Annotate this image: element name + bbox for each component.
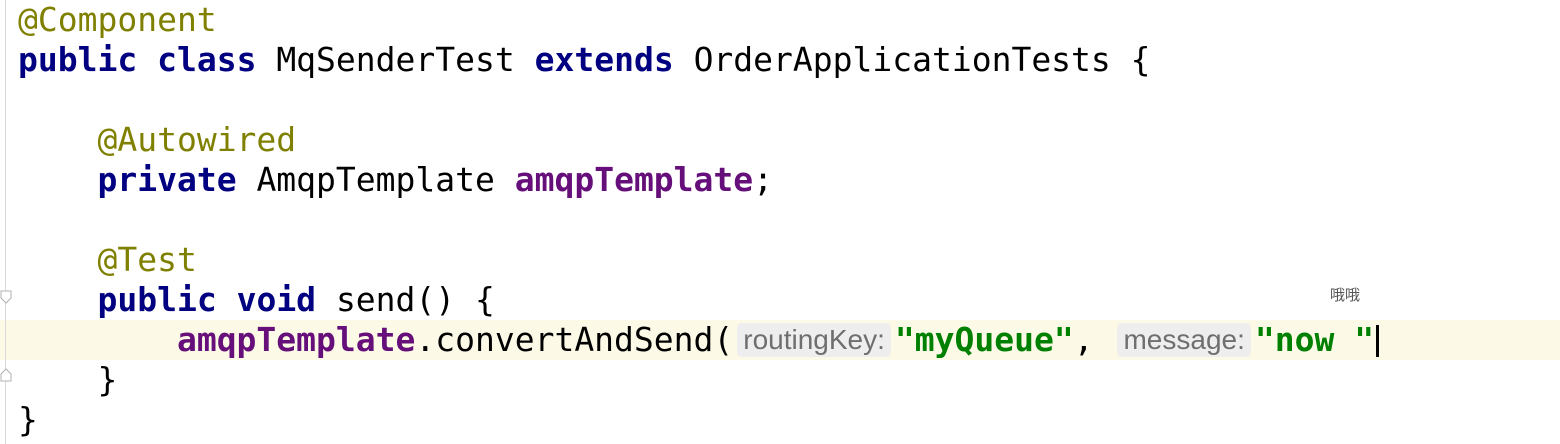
annotation-autowired: @Autowired bbox=[97, 120, 297, 159]
code-line[interactable]: private AmqpTemplate amqpTemplate; bbox=[18, 160, 773, 200]
close-brace: } bbox=[18, 400, 38, 439]
argument-separator: , bbox=[1073, 320, 1094, 359]
keyword-class: class bbox=[157, 40, 257, 79]
code-line[interactable]: } bbox=[18, 360, 117, 400]
code-line[interactable]: @Component bbox=[18, 0, 217, 40]
open-brace: { bbox=[1130, 40, 1151, 79]
annotation-test: @Test bbox=[97, 240, 197, 279]
code-editor[interactable]: @Component public class MqSenderTest ext… bbox=[0, 0, 1560, 444]
keyword-public: public bbox=[97, 280, 217, 319]
field-name: amqpTemplate bbox=[514, 160, 754, 199]
field-type: AmqpTemplate bbox=[256, 160, 495, 199]
code-line[interactable]: } bbox=[18, 400, 38, 440]
fold-marker-icon[interactable] bbox=[0, 290, 14, 304]
code-line[interactable]: public class MqSenderTest extends OrderA… bbox=[18, 40, 1151, 80]
code-line[interactable]: @Test bbox=[18, 240, 197, 280]
parameter-hint-routing-key: routingKey: bbox=[737, 323, 891, 357]
keyword-private: private bbox=[97, 160, 237, 199]
method-call: .convertAndSend( bbox=[415, 320, 734, 359]
keyword-extends: extends bbox=[534, 40, 674, 79]
code-line[interactable]: @Autowired bbox=[18, 120, 296, 160]
code-line[interactable]: amqpTemplate.convertAndSend(routingKey: "… bbox=[18, 320, 1380, 360]
keyword-void: void bbox=[236, 280, 317, 319]
parameter-hint-message: message: bbox=[1117, 323, 1251, 357]
fold-marker-icon[interactable] bbox=[0, 368, 14, 382]
watermark-text: 哦哦 bbox=[1330, 286, 1361, 304]
semicolon: ; bbox=[753, 160, 774, 199]
field-reference: amqpTemplate bbox=[176, 320, 416, 359]
annotation-component: @Component bbox=[18, 0, 217, 39]
keyword-public: public bbox=[18, 40, 138, 79]
string-literal-message: "now " bbox=[1254, 320, 1375, 359]
string-literal-queue: "myQueue" bbox=[894, 320, 1074, 359]
code-line[interactable]: public void send() { bbox=[18, 280, 495, 320]
close-brace: } bbox=[97, 360, 118, 399]
text-caret bbox=[1376, 325, 1380, 357]
parent-class-name: OrderApplicationTests bbox=[693, 40, 1111, 79]
class-name: MqSenderTest bbox=[276, 40, 515, 79]
method-signature: send() { bbox=[335, 280, 495, 319]
